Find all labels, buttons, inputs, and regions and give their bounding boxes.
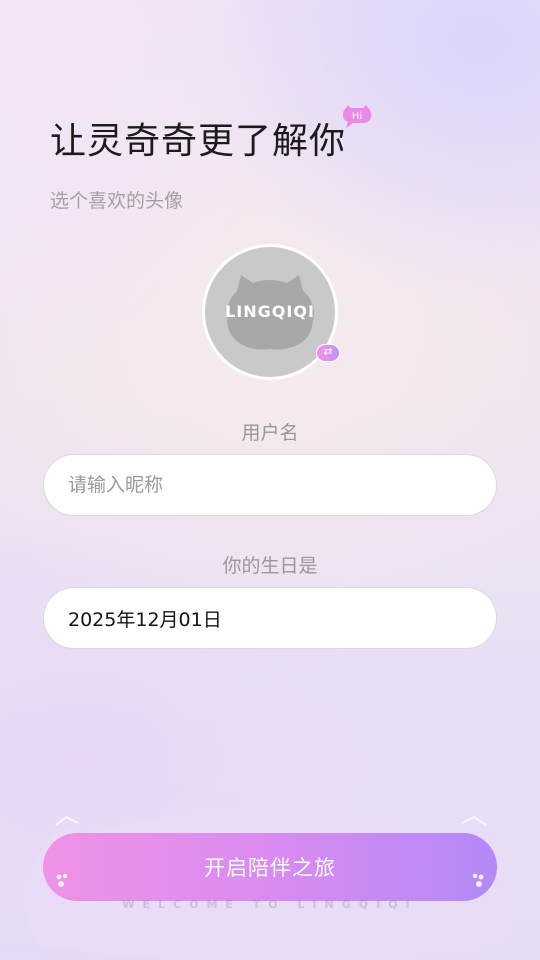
start-journey-button[interactable]: 开启陪伴之旅: [43, 833, 497, 901]
birthday-field[interactable]: 2025年12月01日: [43, 587, 497, 649]
birthday-value: 2025年12月01日: [68, 608, 222, 631]
paw-icon: [472, 873, 484, 887]
avatar-logo-text: LINGQIQI: [225, 301, 315, 321]
avatar-picker[interactable]: LINGQIQI ⇄: [202, 244, 340, 380]
hi-badge: Hi: [341, 104, 373, 130]
hi-badge-label: Hi: [352, 111, 362, 122]
hi-bubble-icon: Hi: [343, 105, 372, 128]
subtitle: 选个喜欢的头像: [50, 190, 184, 212]
birthday-label: 你的生日是: [222, 555, 318, 577]
header: 让灵奇奇更了解你: [50, 118, 346, 166]
swap-avatar-icon[interactable]: ⇄: [316, 344, 340, 362]
start-journey-label: 开启陪伴之旅: [204, 856, 336, 880]
paw-icon: [56, 873, 68, 887]
avatar[interactable]: LINGQIQI: [202, 244, 338, 380]
page-title: 让灵奇奇更了解你: [50, 121, 347, 162]
username-label: 用户名: [241, 422, 299, 444]
nickname-input[interactable]: [43, 454, 497, 516]
welcome-watermark: WELCOME TO LINGQIQI: [122, 898, 418, 911]
